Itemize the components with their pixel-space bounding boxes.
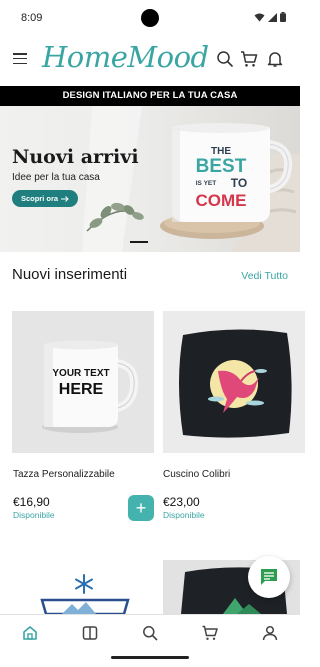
- status-bar: 8:09: [0, 0, 300, 36]
- hero-subtitle: Idee per la tua casa: [12, 172, 100, 183]
- wifi-icon: [254, 13, 265, 21]
- hamburger-menu-icon[interactable]: [13, 53, 27, 65]
- product-image[interactable]: [12, 560, 154, 614]
- signal-icon: [268, 12, 277, 22]
- section-title: Nuovi inserimenti: [12, 266, 128, 283]
- mug-placeholder-text: HERE: [59, 381, 104, 398]
- user-icon[interactable]: [261, 624, 279, 642]
- app-header: HomeMood: [0, 36, 300, 86]
- mug-image: YOUR TEXT HERE: [12, 311, 154, 453]
- product-name[interactable]: Tazza Personalizzabile: [13, 469, 115, 480]
- promo-strip: DESIGN ITALIANO PER LA TUA CASA: [0, 86, 300, 106]
- hero-banner[interactable]: THE BEST IS YET TO COME Nuovi arrivi Ide…: [0, 106, 300, 252]
- mug-text-line: TO: [231, 176, 247, 190]
- battery-icon: [280, 12, 286, 22]
- discover-now-label: Scopri ora: [20, 194, 59, 203]
- hero-title: Nuovi arrivi: [12, 146, 139, 168]
- hero-image: THE BEST IS YET TO COME: [82, 106, 300, 252]
- arrow-right-icon: [61, 195, 69, 202]
- book-icon[interactable]: [81, 624, 99, 642]
- product-availability: Disponibile: [13, 510, 55, 520]
- product-price: €16,90: [13, 495, 50, 509]
- camera-cutout: [141, 9, 159, 27]
- search-icon[interactable]: [216, 50, 234, 68]
- snowflake-product-image: [40, 574, 130, 614]
- status-time: 8:09: [21, 12, 43, 24]
- search-icon[interactable]: [141, 624, 159, 642]
- mug-text-line: COME: [196, 191, 247, 210]
- bottom-navigation: [0, 614, 300, 667]
- add-to-cart-button[interactable]: +: [128, 495, 154, 521]
- product-image[interactable]: YOUR TEXT HERE: [12, 311, 154, 453]
- view-all-link[interactable]: Vedi Tutto: [241, 270, 288, 282]
- app-logo[interactable]: HomeMood: [42, 40, 209, 74]
- home-indicator[interactable]: [111, 656, 189, 659]
- discover-now-button[interactable]: Scopri ora: [12, 190, 78, 207]
- mug-text-line: BEST: [196, 156, 247, 177]
- mug-text-line: IS YET: [196, 180, 217, 187]
- home-icon[interactable]: [21, 624, 39, 642]
- product-price: €23,00: [163, 495, 200, 509]
- mug-placeholder-text: YOUR TEXT: [52, 368, 109, 379]
- cart-icon[interactable]: [201, 624, 219, 642]
- product-name[interactable]: Cuscino Colibri: [163, 469, 230, 480]
- product-availability: Disponibile: [163, 510, 205, 520]
- status-icons: [254, 12, 286, 22]
- bell-icon[interactable]: [266, 50, 284, 68]
- chat-icon: [261, 569, 277, 585]
- cushion-image: [163, 311, 305, 453]
- cart-icon[interactable]: [240, 50, 258, 68]
- product-image[interactable]: [163, 311, 305, 453]
- carousel-indicator[interactable]: [130, 241, 148, 243]
- chat-button[interactable]: [248, 556, 290, 598]
